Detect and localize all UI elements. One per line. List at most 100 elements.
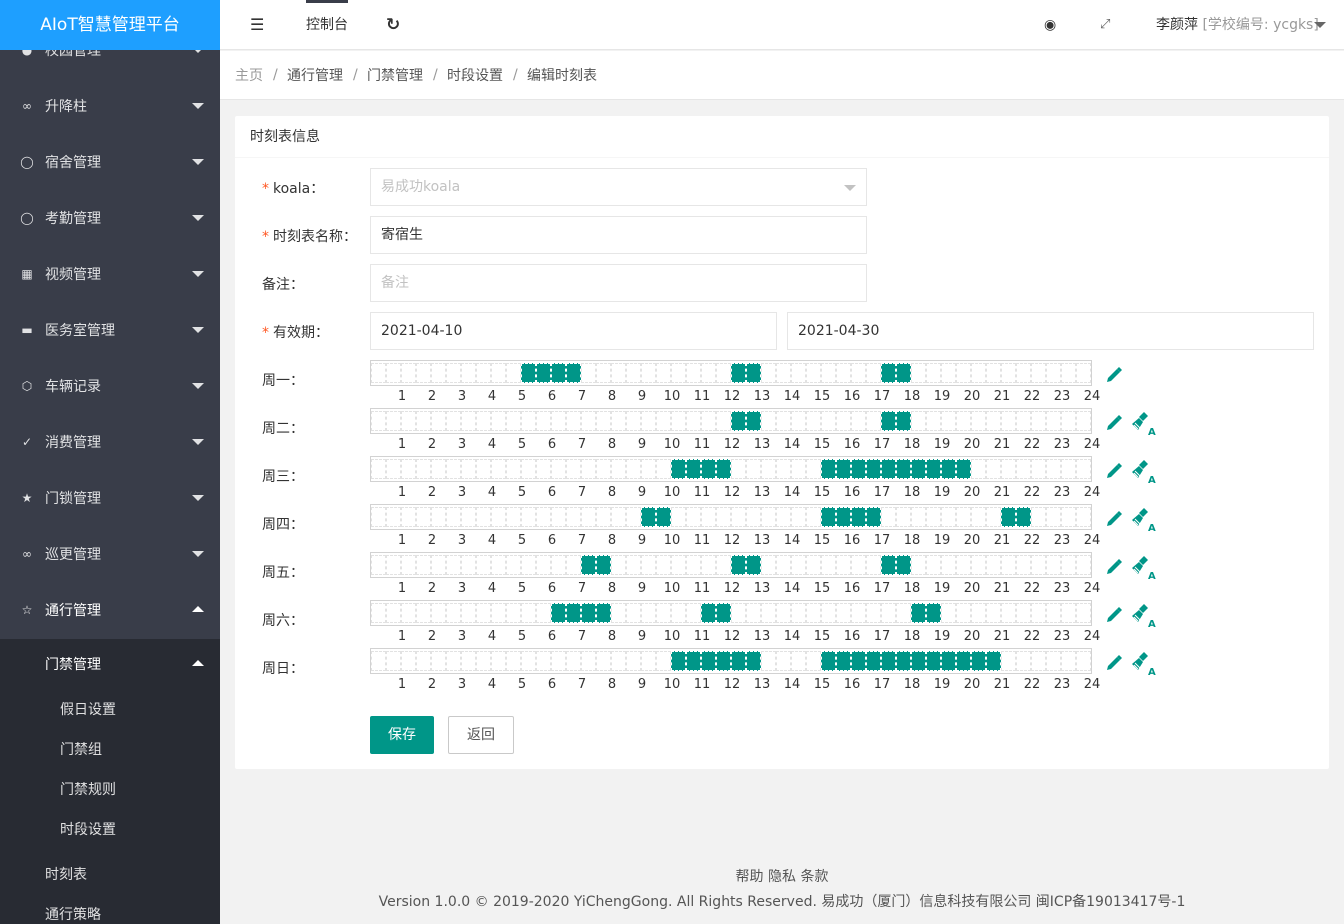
- breadcrumb-home[interactable]: 主页: [235, 65, 263, 85]
- time-slot[interactable]: [611, 411, 626, 431]
- time-slot[interactable]: [866, 651, 881, 671]
- time-slot[interactable]: [656, 555, 671, 575]
- time-slot[interactable]: [1046, 363, 1061, 383]
- time-slot[interactable]: [911, 363, 926, 383]
- time-slot[interactable]: [656, 363, 671, 383]
- time-slot[interactable]: [476, 603, 491, 623]
- time-slot[interactable]: [386, 507, 401, 527]
- time-slot[interactable]: [581, 411, 596, 431]
- sidebar-item-video[interactable]: ▦ 视频管理: [0, 246, 220, 302]
- time-slot[interactable]: [836, 411, 851, 431]
- back-button[interactable]: 返回: [448, 716, 514, 754]
- time-slot[interactable]: [1001, 411, 1016, 431]
- time-slot[interactable]: [581, 459, 596, 479]
- time-slot[interactable]: [881, 651, 896, 671]
- time-slot[interactable]: [476, 411, 491, 431]
- time-slot[interactable]: [656, 651, 671, 671]
- time-slot[interactable]: [446, 363, 461, 383]
- time-slot[interactable]: [1046, 507, 1061, 527]
- time-slot[interactable]: [911, 555, 926, 575]
- time-slot[interactable]: [551, 363, 566, 383]
- time-slot[interactable]: [836, 459, 851, 479]
- time-slot[interactable]: [431, 507, 446, 527]
- time-slot[interactable]: [581, 651, 596, 671]
- time-slot[interactable]: [1016, 459, 1031, 479]
- time-slot[interactable]: [506, 555, 521, 575]
- sidebar-item-door-lock[interactable]: ★ 门锁管理: [0, 470, 220, 526]
- time-slot[interactable]: [506, 603, 521, 623]
- time-slot[interactable]: [626, 555, 641, 575]
- time-slot[interactable]: [731, 363, 746, 383]
- time-slot[interactable]: [416, 507, 431, 527]
- time-slot[interactable]: [896, 363, 911, 383]
- breadcrumb-time-settings[interactable]: 时段设置: [447, 65, 503, 85]
- time-slot[interactable]: [446, 603, 461, 623]
- time-slot[interactable]: [386, 651, 401, 671]
- time-slot[interactable]: [941, 603, 956, 623]
- time-slot[interactable]: [641, 459, 656, 479]
- sidebar-item-bollard[interactable]: ∞ 升降柱: [0, 78, 220, 134]
- time-slot[interactable]: [821, 363, 836, 383]
- time-slot[interactable]: [371, 603, 386, 623]
- day-time-track[interactable]: [370, 360, 1092, 386]
- time-slot[interactable]: [611, 363, 626, 383]
- time-slot[interactable]: [581, 363, 596, 383]
- time-slot[interactable]: [461, 507, 476, 527]
- time-slot[interactable]: [656, 411, 671, 431]
- refresh-icon[interactable]: ↻: [386, 0, 400, 50]
- time-slot[interactable]: [941, 411, 956, 431]
- sidebar-item-clinic[interactable]: ▬ 医务室管理: [0, 302, 220, 358]
- time-slot[interactable]: [701, 459, 716, 479]
- time-slot[interactable]: [1046, 603, 1061, 623]
- time-slot[interactable]: [776, 363, 791, 383]
- time-slot[interactable]: [461, 411, 476, 431]
- time-slot[interactable]: [671, 459, 686, 479]
- time-slot[interactable]: [401, 363, 416, 383]
- time-slot[interactable]: [491, 411, 506, 431]
- breadcrumb-door-control[interactable]: 门禁管理: [367, 65, 423, 85]
- time-slot[interactable]: [431, 363, 446, 383]
- time-slot[interactable]: [896, 507, 911, 527]
- time-slot[interactable]: [806, 459, 821, 479]
- time-slot[interactable]: [971, 651, 986, 671]
- time-slot[interactable]: [401, 603, 416, 623]
- time-slot[interactable]: [776, 507, 791, 527]
- time-slot[interactable]: [371, 459, 386, 479]
- sidebar-item-consumption[interactable]: ✓ 消费管理: [0, 414, 220, 470]
- time-slot[interactable]: [446, 507, 461, 527]
- time-slot[interactable]: [626, 411, 641, 431]
- time-slot[interactable]: [746, 459, 761, 479]
- time-slot[interactable]: [806, 363, 821, 383]
- time-slot[interactable]: [656, 603, 671, 623]
- edit-pencil-icon[interactable]: [1105, 558, 1123, 580]
- time-slot[interactable]: [1031, 459, 1046, 479]
- clear-brush-icon[interactable]: A: [1130, 458, 1156, 488]
- time-slot[interactable]: [596, 459, 611, 479]
- time-slot[interactable]: [941, 651, 956, 671]
- day-time-track[interactable]: [370, 504, 1092, 530]
- time-slot[interactable]: [1031, 363, 1046, 383]
- time-slot[interactable]: [761, 507, 776, 527]
- time-slot[interactable]: [881, 411, 896, 431]
- time-slot[interactable]: [371, 651, 386, 671]
- time-slot[interactable]: [821, 411, 836, 431]
- time-slot[interactable]: [416, 363, 431, 383]
- time-slot[interactable]: [566, 411, 581, 431]
- time-slot[interactable]: [686, 363, 701, 383]
- time-slot[interactable]: [986, 363, 1001, 383]
- time-slot[interactable]: [461, 651, 476, 671]
- time-slot[interactable]: [1061, 507, 1076, 527]
- time-slot[interactable]: [926, 555, 941, 575]
- time-slot[interactable]: [506, 459, 521, 479]
- sidebar-item-door-rules[interactable]: 门禁规则: [0, 769, 220, 809]
- time-slot[interactable]: [701, 363, 716, 383]
- time-slot[interactable]: [1016, 603, 1031, 623]
- time-slot[interactable]: [491, 507, 506, 527]
- time-slot[interactable]: [716, 603, 731, 623]
- footer-link-help[interactable]: 帮助: [736, 869, 764, 885]
- time-slot[interactable]: [941, 507, 956, 527]
- time-slot[interactable]: [596, 603, 611, 623]
- time-slot[interactable]: [986, 603, 1001, 623]
- time-slot[interactable]: [626, 651, 641, 671]
- time-slot[interactable]: [1046, 459, 1061, 479]
